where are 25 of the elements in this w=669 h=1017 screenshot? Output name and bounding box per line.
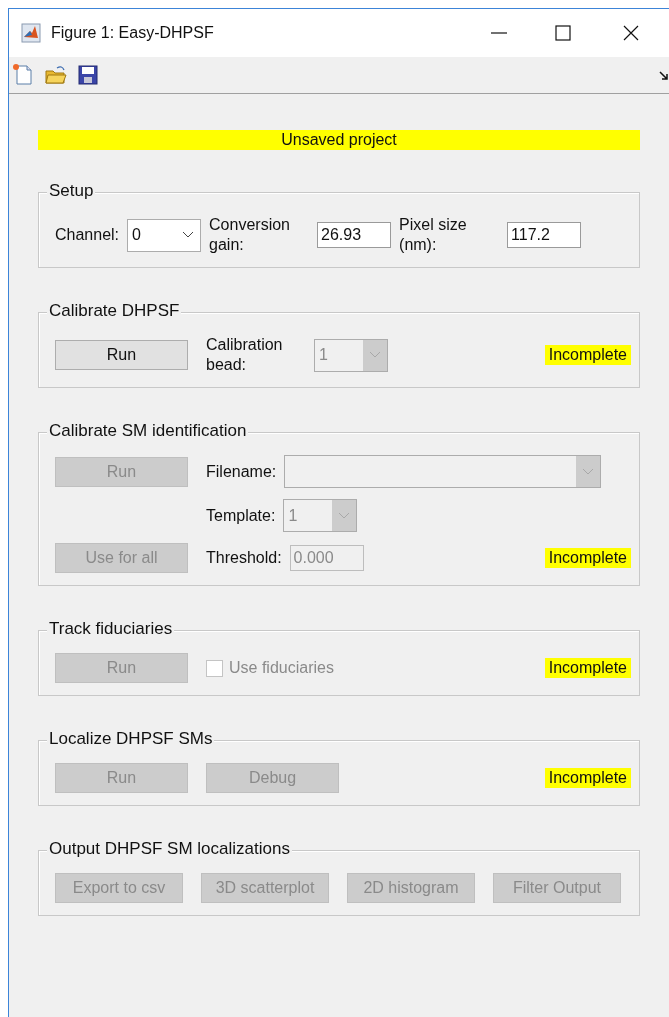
status-badge: Incomplete	[544, 658, 631, 678]
folder-icon[interactable]	[44, 63, 68, 87]
status-badge: Incomplete	[544, 548, 631, 568]
maximize-button[interactable]	[553, 23, 573, 43]
status-badge: Incomplete	[544, 345, 631, 365]
app-icon	[21, 23, 41, 43]
field-label: Template:	[206, 505, 276, 526]
field-label: Conversion gain:	[209, 215, 291, 255]
run-button[interactable]: Run	[55, 340, 188, 370]
status-badge: Incomplete	[544, 768, 631, 788]
close-button[interactable]	[621, 23, 641, 43]
group-title: Output DHPSF SM localizations	[47, 839, 292, 859]
project-status-banner: Unsaved project	[38, 130, 640, 150]
input-field[interactable]: 117.2	[507, 222, 582, 248]
field-label: Channel:	[55, 225, 120, 245]
field-label: Filename:	[206, 461, 277, 482]
dock-arrow-icon[interactable]	[659, 71, 669, 81]
group-title: Setup	[47, 181, 96, 201]
field-label: Pixel size (nm):	[399, 215, 468, 255]
field-label: Calibration bead:	[206, 335, 284, 375]
dropdown[interactable]: 0	[127, 218, 202, 252]
checkbox-label: Use fiduciaries	[229, 659, 334, 677]
window-title: Figure 1: Easy-DHPSF	[51, 24, 214, 42]
input-field[interactable]: 26.93	[317, 222, 392, 248]
field-label: Threshold:	[206, 548, 282, 568]
